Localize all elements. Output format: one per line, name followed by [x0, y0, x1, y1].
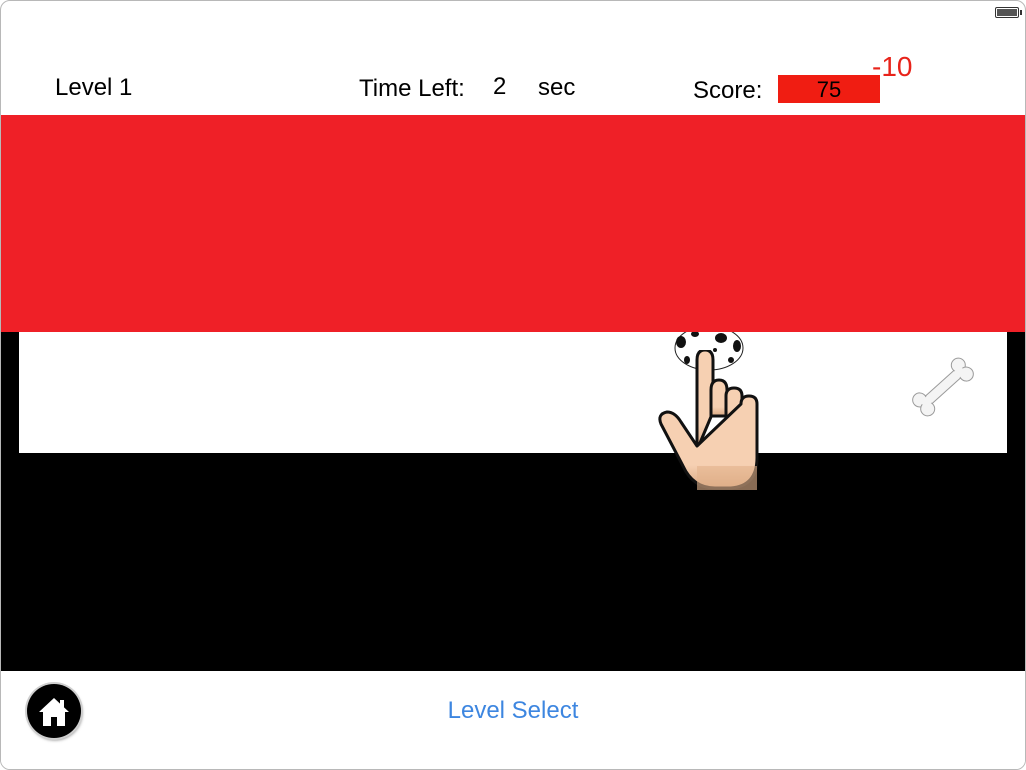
time-left-label: Time Left: — [359, 75, 465, 102]
level-label: Level 1 — [55, 74, 133, 101]
battery-icon — [995, 7, 1022, 18]
bottom-bar: Level Select — [1, 671, 1025, 769]
game-screen: Level 1 Time Left: 2 sec Score: 75 -10 L… — [0, 0, 1026, 770]
bone-icon[interactable] — [907, 356, 979, 418]
red-band — [1, 115, 1025, 332]
level-select-link[interactable]: Level Select — [1, 697, 1025, 725]
pointing-hand-icon — [658, 350, 759, 490]
time-left-value: 2 — [493, 73, 507, 100]
white-lane — [19, 332, 1007, 453]
score-value-box: 75 — [778, 75, 880, 103]
score-label: Score: — [693, 77, 763, 104]
score-delta: -10 — [872, 51, 913, 82]
time-unit-label: sec — [538, 74, 576, 101]
play-area[interactable] — [1, 115, 1025, 671]
